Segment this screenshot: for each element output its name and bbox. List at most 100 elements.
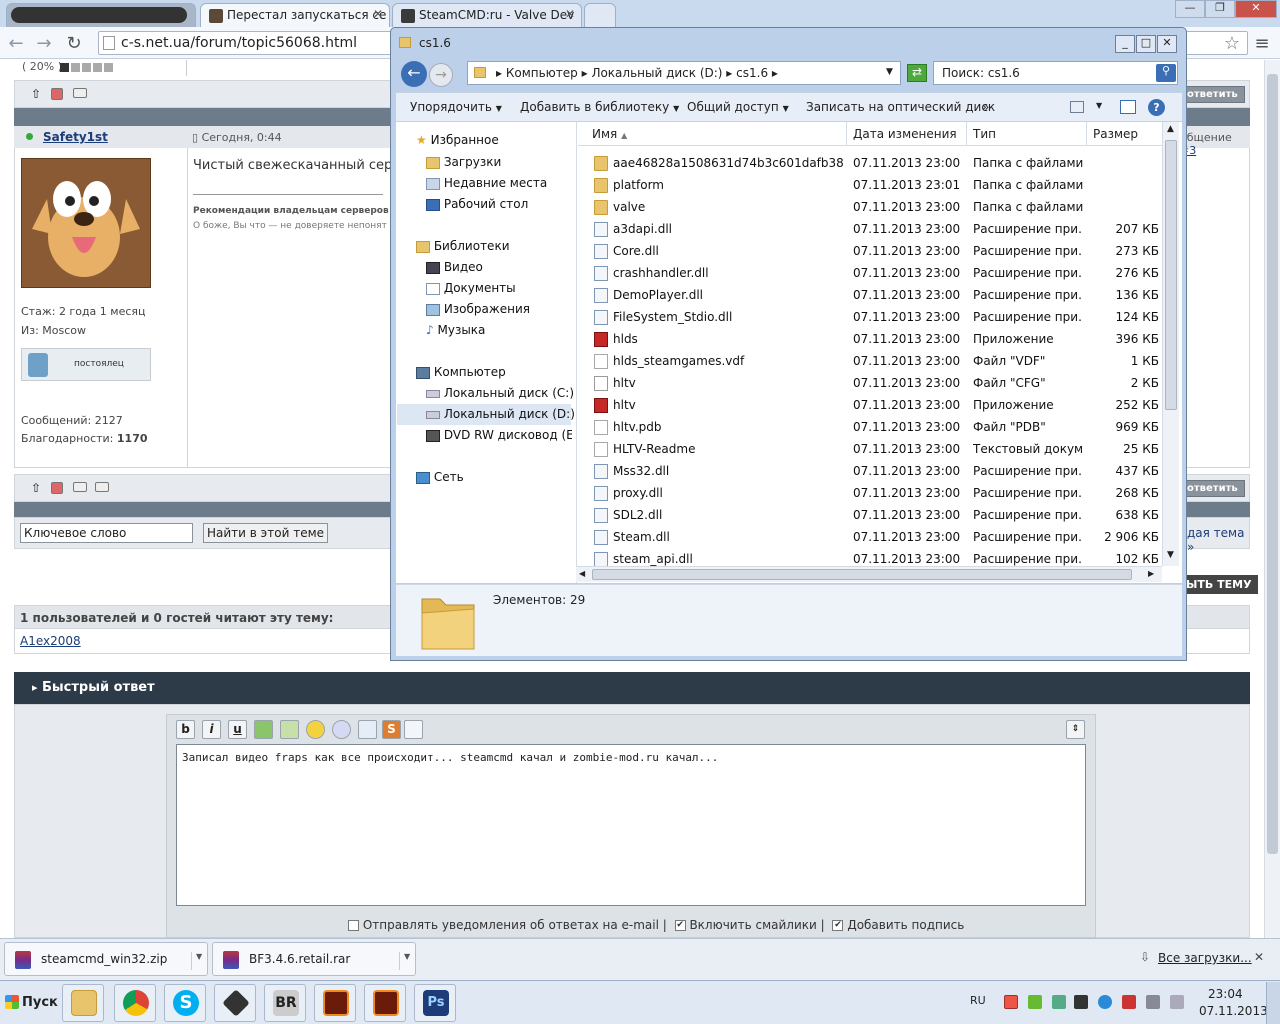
smiley-icon[interactable]: [306, 720, 325, 739]
picture-icon[interactable]: [280, 720, 299, 739]
preview-pane-icon[interactable]: [1120, 100, 1136, 114]
taskbar-explorer[interactable]: [62, 984, 104, 1022]
file-row[interactable]: a3dapi.dll 07.11.2013 23:00 Расширение при…: [578, 218, 1162, 240]
browser-scrollbar[interactable]: [1264, 60, 1280, 938]
nav-favorites[interactable]: ★ Избранное: [416, 133, 499, 147]
more-commands-button[interactable]: »: [982, 100, 989, 114]
post-username[interactable]: Safety1st: [43, 130, 108, 144]
share-menu[interactable]: Общий доступ ▼: [687, 100, 789, 114]
scroll-thumb[interactable]: [1165, 140, 1177, 410]
breadcrumb-disk-d[interactable]: Локальный диск (D:): [591, 66, 722, 80]
nav-computer[interactable]: Компьютер: [416, 365, 506, 379]
spoiler-icon[interactable]: [358, 720, 377, 739]
taskbar-skype[interactable]: S: [164, 984, 206, 1022]
spam-icon[interactable]: S: [382, 720, 401, 739]
nav-libraries[interactable]: Библиотеки: [416, 239, 510, 253]
chevron-down-icon[interactable]: ▼: [399, 952, 410, 970]
all-downloads-link[interactable]: Все загрузки...: [1158, 951, 1252, 965]
action-center-icon[interactable]: [1122, 995, 1136, 1009]
menu-icon[interactable]: ≡: [1252, 33, 1272, 54]
language-indicator[interactable]: RU: [970, 994, 986, 1007]
notify-checkbox[interactable]: [348, 920, 359, 931]
scroll-right-icon[interactable]: ▶: [1148, 569, 1154, 578]
filezilla-tray-icon[interactable]: [1004, 995, 1018, 1009]
up-arrow-icon[interactable]: ⇧: [31, 87, 41, 101]
file-row[interactable]: aae46828a1508631d74b3c601dafb38a4cc... 07…: [578, 152, 1162, 174]
search-icon[interactable]: ⚲: [1156, 64, 1176, 82]
explorer-close-button[interactable]: ✕: [1157, 35, 1177, 53]
nav-disk-d[interactable]: Локальный диск (D:): [426, 407, 575, 421]
nav-downloads[interactable]: Загрузки: [426, 155, 501, 169]
close-tab-icon[interactable]: ✕: [373, 7, 383, 21]
taskbar-chrome[interactable]: [114, 984, 156, 1022]
file-row[interactable]: Steam.dll 07.11.2013 23:00 Расширение при.…: [578, 526, 1162, 548]
volume-icon[interactable]: [1170, 995, 1184, 1009]
help-icon[interactable]: ?: [1148, 99, 1165, 116]
nav-recent[interactable]: Недавние места: [426, 176, 547, 190]
underline-icon[interactable]: u: [228, 720, 247, 739]
minimize-button[interactable]: —: [1175, 0, 1205, 18]
back-arrow-icon[interactable]: ←: [6, 33, 26, 54]
mail-icon[interactable]: [95, 482, 109, 492]
file-row[interactable]: HLTV-Readme 07.11.2013 23:00 Текстовый док…: [578, 438, 1162, 460]
nav-disk-c[interactable]: Локальный диск (C:): [426, 386, 574, 400]
nav-documents[interactable]: Документы: [426, 281, 516, 295]
smileys-checkbox[interactable]: ✔: [674, 920, 686, 931]
explorer-minimize-button[interactable]: _: [1115, 35, 1135, 53]
file-row[interactable]: valve 07.11.2013 23:00 Папка с файлами: [578, 196, 1162, 218]
italic-icon[interactable]: i: [202, 720, 221, 739]
start-button[interactable]: Пуск: [2, 984, 58, 1020]
tab-current-topic[interactable]: Перестал запускаться се ✕: [200, 3, 390, 27]
burn-button[interactable]: Записать на оптический диск: [806, 100, 995, 114]
download-item[interactable]: BF3.4.6.retail.rar ▼: [212, 942, 416, 976]
nav-network[interactable]: Сеть: [416, 470, 464, 484]
scroll-left-icon[interactable]: ◀: [579, 569, 585, 578]
taskbar-br-app[interactable]: BR: [264, 984, 306, 1022]
refresh-icon[interactable]: ⇄: [907, 64, 927, 82]
search-input[interactable]: Поиск: cs1.6 ⚲: [933, 61, 1178, 85]
bold-icon[interactable]: b: [176, 720, 195, 739]
report-icon[interactable]: [51, 88, 63, 100]
back-arrow-icon[interactable]: ←: [401, 61, 427, 87]
reader-link[interactable]: A1ex2008: [20, 634, 81, 648]
reload-icon[interactable]: ↻: [64, 33, 84, 54]
forward-arrow-icon[interactable]: →: [34, 33, 54, 54]
up-arrow-icon[interactable]: ⇧: [31, 481, 41, 495]
quote-icon[interactable]: [332, 720, 351, 739]
chevron-down-icon[interactable]: ▼: [191, 952, 202, 970]
new-tab-button[interactable]: [584, 3, 616, 27]
nav-video[interactable]: Видео: [426, 260, 483, 274]
breadcrumb-bar[interactable]: ▸ Компьютер ▸ Локальный диск (D:) ▸ cs1.…: [467, 61, 901, 85]
chevron-down-icon[interactable]: ▼: [1096, 101, 1102, 110]
report-icon[interactable]: [51, 482, 63, 494]
tab-steamcmd[interactable]: SteamCMD:ru - Valve Dev ✕: [392, 3, 582, 27]
next-topic-link[interactable]: дая тема »: [1187, 526, 1249, 554]
scroll-down-icon[interactable]: ▼: [1167, 550, 1174, 560]
file-list-hscroll[interactable]: ◀ ▶: [576, 566, 1162, 582]
file-row[interactable]: platform 07.11.2013 23:01 Папка с файлами: [578, 174, 1162, 196]
taskbar-game-1[interactable]: [314, 984, 356, 1022]
nav-music[interactable]: ♪ Музыка: [426, 323, 485, 337]
search-in-topic-button[interactable]: Найти в этой теме: [203, 523, 329, 543]
reply-textarea[interactable]: Записал видео fraps как все происходит..…: [176, 744, 1086, 906]
file-list-vscroll[interactable]: ▲ ▼: [1162, 122, 1179, 566]
close-window-button[interactable]: ✕: [1235, 0, 1277, 18]
code-icon[interactable]: [404, 720, 423, 739]
file-row[interactable]: crashhandler.dll 07.11.2013 23:00 Расширен…: [578, 262, 1162, 284]
reply-button-top[interactable]: ответить: [1180, 86, 1245, 103]
download-item[interactable]: steamcmd_win32.zip ▼: [4, 942, 208, 976]
tray-box-icon[interactable]: [1074, 995, 1088, 1009]
image-add-icon[interactable]: [254, 720, 273, 739]
edit-icon[interactable]: [73, 88, 87, 98]
breadcrumb-computer[interactable]: Компьютер: [506, 66, 578, 80]
close-tab-icon[interactable]: ✕: [565, 7, 575, 21]
chevron-down-icon[interactable]: ▼: [886, 67, 893, 77]
organize-menu[interactable]: Упорядочить ▼: [410, 100, 502, 114]
file-row[interactable]: hlds_steamgames.vdf 07.11.2013 23:00 Файл …: [578, 350, 1162, 372]
close-downloads-icon[interactable]: ✕: [1254, 950, 1264, 964]
resize-editor-icon[interactable]: ⇕: [1066, 720, 1085, 739]
hscroll-thumb[interactable]: [592, 569, 1132, 580]
add-library-menu[interactable]: Добавить в библиотеку ▼: [520, 100, 679, 114]
tray-app-icon[interactable]: [1052, 995, 1066, 1009]
taskbar-photoshop[interactable]: Ps: [414, 984, 456, 1022]
